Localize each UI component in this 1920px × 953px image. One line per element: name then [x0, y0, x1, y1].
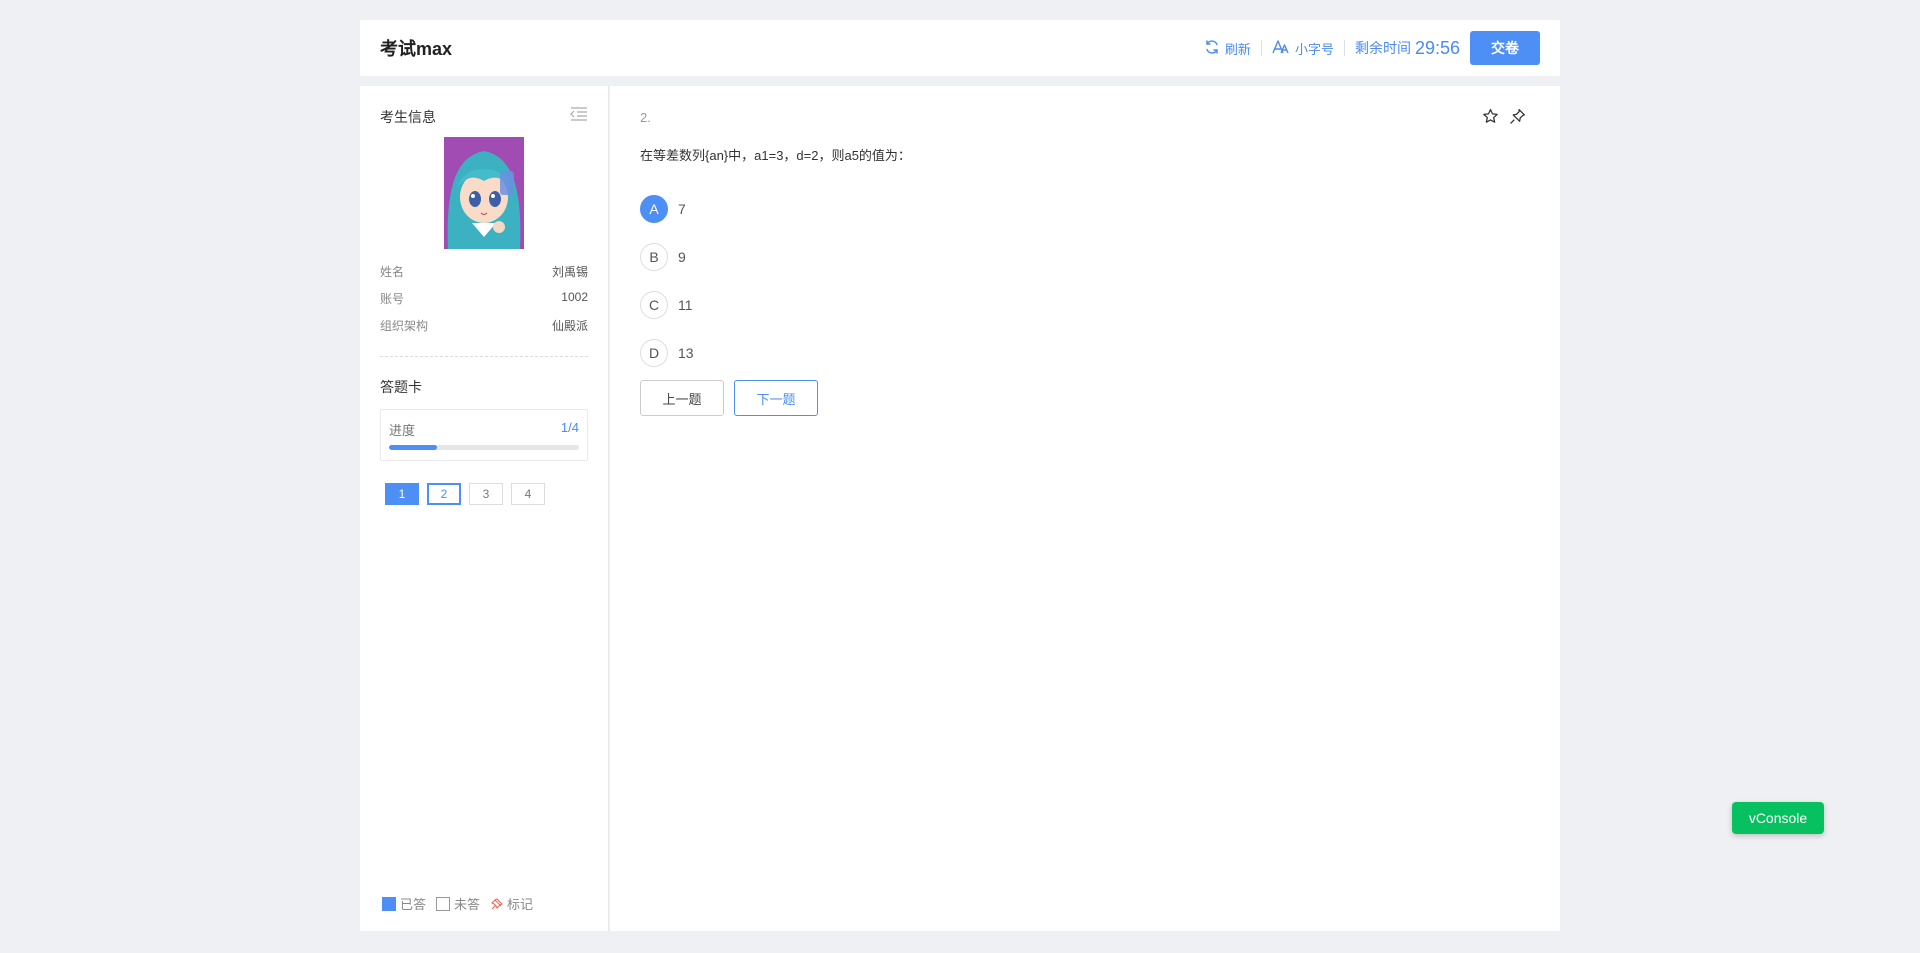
font-size-label: 小字号	[1294, 41, 1334, 57]
option-text: 11	[678, 297, 693, 313]
unanswered-swatch	[436, 896, 451, 911]
dashed-divider	[380, 356, 588, 357]
candidate-info-title: 考生信息	[380, 108, 436, 125]
divider	[1260, 40, 1262, 56]
info-row-name: 姓名 刘禹锡	[380, 263, 588, 280]
info-label: 账号	[380, 292, 405, 306]
progress-count: 1/4	[560, 420, 579, 435]
divider	[1343, 40, 1345, 56]
refresh-button[interactable]: 刷新	[1204, 39, 1251, 58]
mark-icon	[490, 897, 504, 911]
info-row-organization: 组织架构 仙殿派	[380, 317, 588, 334]
option-key: C	[640, 291, 668, 319]
next-question-button[interactable]: 下一题	[734, 380, 818, 416]
info-label: 姓名	[380, 265, 405, 279]
legend-unanswered: 未答	[436, 894, 480, 913]
options-list: A 7 B 9 C 11 D 13	[640, 194, 1530, 368]
info-value: 1002	[561, 290, 588, 304]
legend-label: 已答	[400, 897, 427, 912]
option-c[interactable]: C 11	[640, 290, 1530, 320]
font-size-button[interactable]: 小字号	[1272, 39, 1334, 58]
star-icon[interactable]	[1482, 108, 1499, 125]
option-key: D	[640, 339, 668, 367]
progress-label: 进度	[389, 423, 416, 438]
refresh-icon	[1204, 39, 1225, 58]
question-number: 2.	[640, 110, 651, 125]
avatar	[444, 137, 524, 249]
option-d[interactable]: D 13	[640, 338, 1530, 368]
legend-answered: 已答	[382, 894, 426, 913]
progress-bar	[389, 445, 579, 450]
legend-label: 未答	[454, 897, 481, 912]
menu-toggle-icon[interactable]	[570, 106, 588, 127]
option-key: B	[640, 243, 668, 271]
progress-header: 进度 1/4	[389, 420, 579, 439]
info-value: 仙殿派	[551, 319, 588, 333]
option-text: 9	[678, 249, 686, 265]
answer-legend: 已答 未答 标记	[382, 894, 543, 913]
option-text: 7	[678, 201, 686, 217]
legend-marked: 标记	[490, 894, 533, 913]
option-a[interactable]: A 7	[640, 194, 1530, 224]
progress-box: 进度 1/4	[380, 409, 588, 461]
info-label: 组织架构	[380, 319, 429, 333]
app-title: 考试max	[380, 39, 453, 59]
option-text: 13	[678, 345, 694, 361]
font-size-icon	[1272, 39, 1295, 58]
question-text: 在等差数列{an}中，a1=3，d=2，则a5的值为：	[640, 148, 911, 163]
answer-card-title: 答题卡	[380, 379, 422, 395]
refresh-label: 刷新	[1224, 41, 1251, 57]
pin-icon[interactable]	[1509, 108, 1526, 125]
question-panel: 2. 在等差数列{an}中，a1=3，d=2，则a5的值为： A 7 B 9 C…	[610, 86, 1560, 931]
question-nav-item[interactable]: 3	[469, 483, 503, 505]
submit-exam-button[interactable]: 交卷	[1470, 31, 1540, 65]
question-actions	[1472, 108, 1526, 125]
candidate-info-list: 姓名 刘禹锡 账号 1002 组织架构 仙殿派	[380, 263, 588, 334]
header-tools: 刷新 小字号 剩余时间 29:56 交卷	[1204, 31, 1540, 65]
legend-label: 标记	[507, 897, 534, 912]
time-remaining-value: 29:56	[1414, 37, 1460, 58]
time-remaining-label: 剩余时间	[1354, 40, 1411, 56]
option-b[interactable]: B 9	[640, 242, 1530, 272]
info-value: 刘禹锡	[551, 265, 588, 279]
question-nav-item[interactable]: 4	[511, 483, 545, 505]
option-key: A	[640, 195, 668, 223]
header-bar: 考试max 刷新 小字号 剩余时间 29:56 交卷	[360, 20, 1560, 76]
question-nav-item[interactable]: 2	[427, 483, 461, 505]
sidebar: 考生信息 姓名 刘禹锡 账号 1002 组织架构 仙殿派 答题卡 进度 1/4 …	[360, 86, 609, 931]
vconsole-button[interactable]: vConsole	[1732, 802, 1824, 834]
prev-question-button[interactable]: 上一题	[640, 380, 724, 416]
progress-bar-fill	[389, 445, 437, 450]
answered-swatch	[382, 896, 396, 911]
candidate-info-header: 考生信息	[380, 106, 588, 127]
question-nav-grid: 1 2 3 4	[385, 483, 588, 505]
question-nav-buttons: 上一题 下一题	[640, 380, 1530, 416]
question-nav-item[interactable]: 1	[385, 483, 419, 505]
info-row-account: 账号 1002	[380, 290, 588, 307]
